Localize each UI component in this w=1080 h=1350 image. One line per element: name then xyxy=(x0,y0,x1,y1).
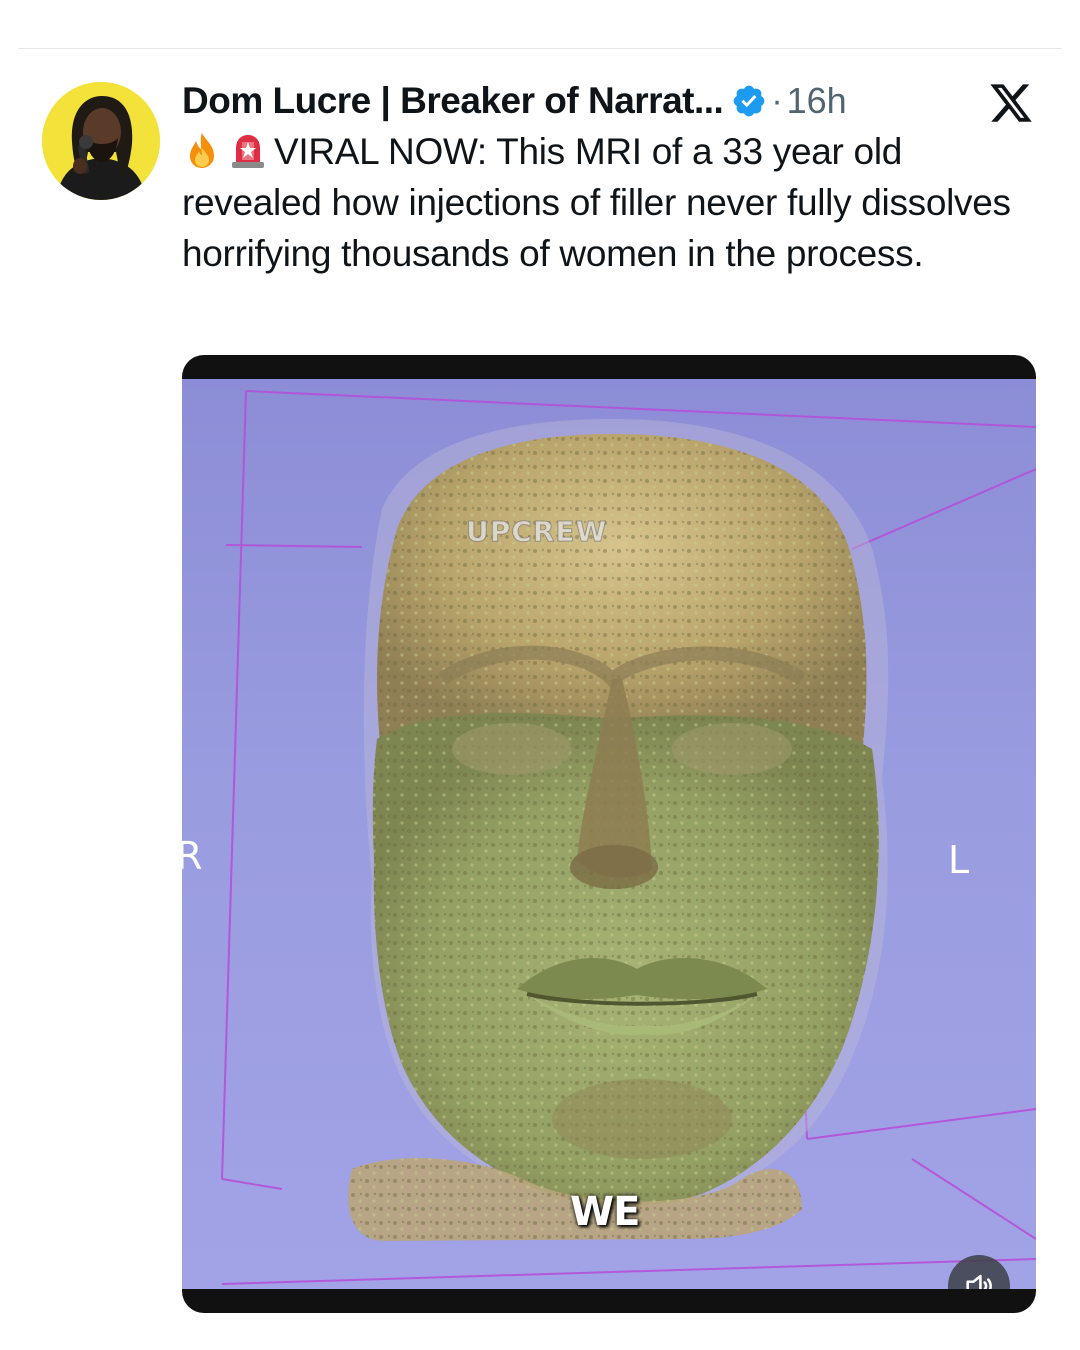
media-video[interactable]: UPCREW R L WE xyxy=(182,355,1036,1313)
avatar[interactable] xyxy=(42,82,160,200)
tweet-header: Dom Lucre | Breaker of Narrat... · 16h xyxy=(182,76,847,126)
mri-video-frame[interactable]: UPCREW R L WE xyxy=(182,379,1036,1289)
fire-emoji-icon xyxy=(182,130,222,170)
speaker-icon xyxy=(966,1274,992,1289)
tweet-body: VIRAL NOW: This MRI of a 33 year old rev… xyxy=(182,126,1042,279)
axis-label-left: R xyxy=(182,834,203,878)
author-name[interactable]: Dom Lucre | Breaker of Narrat... xyxy=(182,80,724,122)
separator-dot: · xyxy=(771,81,783,120)
timestamp[interactable]: 16h xyxy=(787,80,847,122)
video-watermark: UPCREW xyxy=(465,515,608,549)
video-caption: WE xyxy=(570,1189,640,1235)
tweet-text: VIRAL NOW: This MRI of a 33 year old rev… xyxy=(182,131,1011,274)
tweet-card[interactable]: Dom Lucre | Breaker of Narrat... · 16h V… xyxy=(0,0,1080,1350)
x-logo-icon xyxy=(988,80,1034,126)
verified-badge-icon xyxy=(731,83,767,119)
siren-emoji-icon xyxy=(228,130,268,170)
mri-head-render xyxy=(221,390,1036,1285)
axis-label-right: L xyxy=(948,838,970,882)
